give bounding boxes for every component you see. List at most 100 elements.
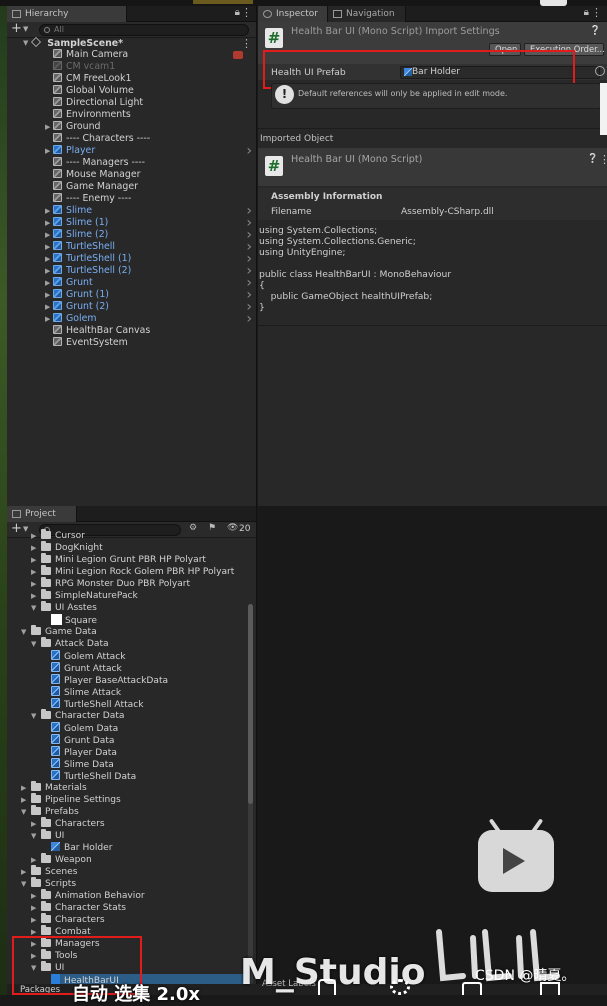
expand-arrow-icon[interactable]: ▶ (45, 291, 50, 299)
project-item[interactable]: Scenes (31, 865, 77, 878)
project-item[interactable]: Bar Holder (51, 842, 112, 854)
project-item[interactable]: Grunt Attack (51, 662, 122, 674)
chevron-down-icon[interactable]: ▼ (23, 25, 28, 33)
expand-arrow-icon[interactable]: ▶ (31, 904, 36, 912)
hierarchy-item[interactable]: Grunt (1) (53, 289, 109, 301)
project-item[interactable]: Mini Legion Grunt PBR HP Polyart (41, 553, 206, 566)
expand-arrow-icon[interactable]: ▶ (45, 303, 50, 311)
pip-icon[interactable] (462, 982, 482, 995)
project-item[interactable]: Character Stats (41, 901, 126, 914)
hierarchy-item[interactable]: Main Camera (53, 49, 128, 61)
scene-row[interactable]: ▼ SampleScene* (23, 37, 123, 49)
expand-arrow-icon[interactable]: ▶ (21, 784, 26, 792)
inspector-lock-icon[interactable]: 🔒︎ (584, 7, 589, 18)
expand-arrow-icon[interactable]: ▶ (31, 568, 36, 576)
hierarchy-item[interactable]: CM vcam1 (53, 61, 115, 73)
expand-arrow-icon[interactable]: ▶ (31, 556, 36, 564)
project-item[interactable]: Cursor (41, 529, 85, 542)
expand-arrow-icon[interactable]: ▶ (45, 279, 50, 287)
play-controls-edge[interactable] (193, 0, 253, 4)
project-item[interactable]: Square (51, 614, 97, 626)
expand-arrow-icon[interactable]: ▼ (23, 37, 28, 49)
hierarchy-item[interactable]: Player (53, 145, 95, 157)
scene-more-icon[interactable]: ⋮ (241, 37, 252, 50)
project-item[interactable]: Character Data (41, 709, 125, 722)
expand-arrow-icon[interactable]: ▶ (45, 315, 50, 323)
expand-arrow-icon[interactable]: ▶ (45, 219, 50, 227)
lock-icon[interactable]: 🔒︎ (235, 7, 240, 18)
project-create-plus-icon[interactable]: + (11, 521, 22, 536)
hierarchy-item[interactable]: Environments (53, 109, 131, 121)
expand-arrow-icon[interactable]: ▶ (45, 231, 50, 239)
expand-arrow-icon[interactable]: ▶ (45, 123, 50, 131)
expand-arrow-icon[interactable]: ▶ (31, 928, 36, 936)
prefab-open-chevron-icon[interactable]: › (246, 311, 252, 327)
project-item[interactable]: Slime Data (51, 758, 114, 770)
label-tag-icon[interactable]: ⚑ (208, 523, 216, 533)
object-help-icon[interactable]: ❔ (587, 154, 598, 164)
filter-type-icon[interactable]: ⚙ (189, 523, 197, 533)
hierarchy-item[interactable]: TurtleShell (2) (53, 265, 131, 277)
volume-icon[interactable] (318, 979, 336, 995)
more-menu-icon[interactable]: ⋮ (241, 6, 252, 19)
project-item[interactable]: TurtleShell Attack (51, 698, 143, 710)
hierarchy-item[interactable]: EventSystem (53, 337, 128, 349)
collapse-arrow-icon[interactable]: ▼ (31, 712, 36, 720)
hierarchy-item[interactable]: ---- Characters ---- (53, 133, 150, 145)
project-item[interactable]: Scripts (31, 877, 76, 890)
hierarchy-item[interactable]: Golem (53, 313, 97, 325)
create-plus-icon[interactable]: + (11, 21, 22, 36)
project-item[interactable]: Animation Behavior (41, 889, 145, 902)
project-item[interactable]: RPG Monster Duo PBR Polyart (41, 577, 190, 590)
expand-arrow-icon[interactable]: ▶ (21, 868, 26, 876)
tab-hierarchy[interactable]: Hierarchy (7, 6, 127, 22)
scrollbar-thumb[interactable] (248, 604, 253, 804)
expand-arrow-icon[interactable]: ▶ (45, 255, 50, 263)
hierarchy-item[interactable]: Game Manager (53, 181, 138, 193)
project-scrollbar[interactable] (248, 604, 253, 984)
expand-arrow-icon[interactable]: ▶ (31, 532, 36, 540)
expand-arrow-icon[interactable]: ▶ (31, 592, 36, 600)
hierarchy-item[interactable]: Ground (53, 121, 100, 133)
tab-inspector[interactable]: Inspector (258, 6, 328, 22)
prefab-open-chevron-icon[interactable]: › (246, 143, 252, 159)
hidden-eye-icon[interactable]: 👁︎ (227, 523, 238, 533)
expand-arrow-icon[interactable]: ▶ (31, 544, 36, 552)
expand-arrow-icon[interactable]: ▶ (31, 580, 36, 588)
hierarchy-item[interactable]: CM FreeLook1 (53, 73, 131, 85)
expand-arrow-icon[interactable]: ▶ (45, 207, 50, 215)
collapse-arrow-icon[interactable]: ▼ (31, 640, 36, 648)
expand-arrow-icon[interactable]: ▶ (45, 267, 50, 275)
help-icon[interactable]: ❔ (590, 26, 601, 36)
object-picker-icon[interactable] (595, 66, 605, 76)
collapse-arrow-icon[interactable]: ▼ (21, 808, 26, 816)
hierarchy-item[interactable]: TurtleShell (1) (53, 253, 131, 265)
object-more-icon[interactable]: ⋮ (599, 153, 607, 166)
tab-navigation[interactable]: Navigation (328, 6, 406, 22)
hierarchy-item[interactable]: Directional Light (53, 97, 143, 109)
expand-arrow-icon[interactable]: ▶ (45, 147, 50, 155)
collapse-arrow-icon[interactable]: ▼ (31, 832, 36, 840)
expand-arrow-icon[interactable]: ▶ (31, 892, 36, 900)
hierarchy-item[interactable]: Grunt (2) (53, 301, 109, 313)
inspector-more-icon[interactable]: ⋮ (591, 6, 602, 19)
hierarchy-item[interactable]: Grunt (53, 277, 93, 289)
hierarchy-item[interactable]: ---- Managers ---- (53, 157, 145, 169)
settings-gear-icon[interactable] (390, 979, 410, 995)
project-chevron-down-icon[interactable]: ▼ (23, 525, 28, 533)
project-item[interactable]: Player Data (51, 746, 117, 758)
hierarchy-item[interactable]: HealthBar Canvas (53, 325, 150, 337)
hierarchy-item[interactable]: Global Volume (53, 85, 134, 97)
project-item[interactable]: Golem Attack (51, 650, 126, 662)
expand-arrow-icon[interactable]: ▶ (31, 820, 36, 828)
collapse-arrow-icon[interactable]: ▼ (21, 628, 26, 636)
player-controls-subtitle[interactable]: 自动 选集 2.0x (72, 980, 200, 1006)
project-item[interactable]: SimpleNaturePack (41, 589, 138, 602)
project-item[interactable]: Weapon (41, 853, 92, 866)
project-item[interactable]: Characters (41, 817, 105, 830)
project-item[interactable]: DogKnight (41, 541, 103, 554)
project-item[interactable]: Prefabs (31, 805, 79, 818)
expand-arrow-icon[interactable]: ▶ (21, 796, 26, 804)
project-item[interactable]: Golem Data (51, 722, 118, 734)
hierarchy-item[interactable]: ---- Enemy ---- (53, 193, 131, 205)
